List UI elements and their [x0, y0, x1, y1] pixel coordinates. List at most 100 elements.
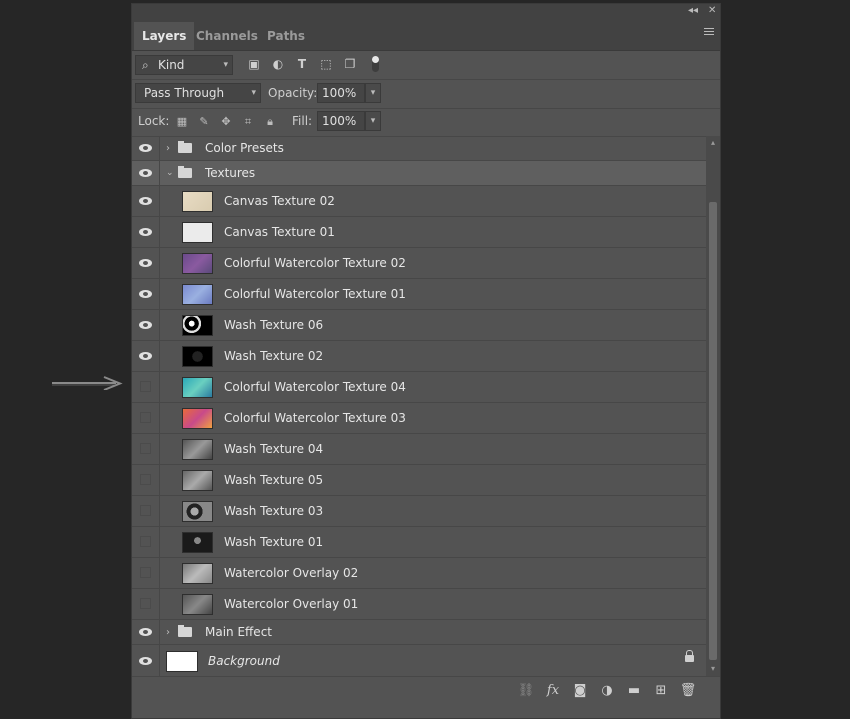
- eye-icon: [139, 169, 152, 177]
- layer-item[interactable]: Wash Texture 04: [132, 434, 706, 465]
- filter-toggle[interactable]: [372, 56, 379, 72]
- new-group-icon[interactable]: ▬: [625, 681, 643, 701]
- visibility-toggle[interactable]: [132, 136, 160, 160]
- scrollbar-thumb[interactable]: [709, 202, 717, 660]
- layer-item[interactable]: Colorful Watercolor Texture 01: [132, 279, 706, 310]
- visibility-toggle[interactable]: [132, 496, 160, 526]
- visibility-toggle[interactable]: [132, 186, 160, 216]
- new-layer-icon[interactable]: ⊞: [652, 681, 670, 701]
- search-icon: ⌕: [142, 58, 149, 72]
- opacity-input[interactable]: 100%: [317, 83, 365, 103]
- group-textures[interactable]: ⌄ Textures: [132, 161, 706, 186]
- visibility-toggle[interactable]: [132, 372, 160, 402]
- smart-object-filter-icon[interactable]: ❐: [342, 55, 358, 73]
- layer-item[interactable]: Colorful Watercolor Texture 03: [132, 403, 706, 434]
- filter-row: ⌕ Kind ▾ ▣ ◐ T ⬚ ❐: [132, 51, 720, 80]
- link-layers-icon[interactable]: ⛓︎: [517, 681, 535, 701]
- visibility-toggle[interactable]: [132, 645, 160, 676]
- chevron-right-icon[interactable]: ›: [166, 620, 170, 645]
- adjustment-filter-icon[interactable]: ◐: [270, 55, 286, 73]
- lock-all-icon[interactable]: 🔒︎: [263, 112, 277, 132]
- pixel-filter-icon[interactable]: ▣: [246, 55, 262, 73]
- opacity-dropdown-button[interactable]: ▾: [365, 83, 381, 103]
- layer-thumbnail: [182, 253, 213, 274]
- layer-thumbnail: [182, 346, 213, 367]
- visibility-toggle[interactable]: [132, 434, 160, 464]
- eye-icon: [139, 197, 152, 205]
- shape-filter-icon[interactable]: ⬚: [318, 55, 334, 73]
- layer-item[interactable]: Watercolor Overlay 02: [132, 558, 706, 589]
- blend-mode-select[interactable]: Pass Through ▾: [135, 83, 261, 103]
- layer-item[interactable]: Canvas Texture 01: [132, 217, 706, 248]
- visibility-toggle[interactable]: [132, 589, 160, 619]
- delete-layer-icon[interactable]: 🗑︎: [679, 681, 697, 701]
- layer-name: Wash Texture 06: [224, 318, 324, 332]
- layer-item[interactable]: Wash Texture 03: [132, 496, 706, 527]
- visibility-toggle[interactable]: [132, 279, 160, 309]
- eye-icon: [139, 321, 152, 329]
- visibility-toggle[interactable]: [132, 217, 160, 247]
- fx-icon[interactable]: fx: [544, 681, 562, 701]
- layers-panel: ◂◂ ✕ Layers Channels Paths ⌕ Kind ▾ ▣ ◐ …: [131, 3, 721, 719]
- layer-item[interactable]: Colorful Watercolor Texture 04: [132, 372, 706, 403]
- chevron-down-icon[interactable]: ⌄: [166, 161, 174, 186]
- layer-name: Colorful Watercolor Texture 04: [224, 380, 406, 394]
- visibility-toggle[interactable]: [132, 310, 160, 340]
- blend-row: Pass Through ▾ Opacity: 100% ▾: [132, 80, 720, 109]
- type-filter-icon[interactable]: T: [294, 55, 310, 73]
- layer-item[interactable]: Colorful Watercolor Texture 02: [132, 248, 706, 279]
- scroll-up-icon[interactable]: ▴: [706, 136, 720, 150]
- add-mask-icon[interactable]: ◙: [571, 681, 589, 701]
- eye-icon: [139, 259, 152, 267]
- group-name: Main Effect: [205, 625, 272, 639]
- group-main-effect[interactable]: › Main Effect: [132, 620, 706, 645]
- group-color-presets[interactable]: › Color Presets: [132, 136, 706, 161]
- tab-layers[interactable]: Layers: [134, 22, 195, 50]
- layer-item[interactable]: Canvas Texture 02: [132, 186, 706, 217]
- lock-position-icon[interactable]: ✥: [219, 112, 233, 132]
- tab-channels[interactable]: Channels: [188, 22, 266, 50]
- visibility-toggle[interactable]: [132, 161, 160, 185]
- layer-item[interactable]: Watercolor Overlay 01: [132, 589, 706, 620]
- tab-paths[interactable]: Paths: [259, 22, 313, 50]
- layer-item[interactable]: Wash Texture 05: [132, 465, 706, 496]
- layer-name: Canvas Texture 01: [224, 225, 335, 239]
- layer-background[interactable]: Background: [132, 645, 706, 677]
- close-icon[interactable]: ✕: [708, 4, 716, 18]
- visibility-toggle[interactable]: [132, 248, 160, 278]
- eye-icon: [139, 228, 152, 236]
- layer-name: Background: [208, 654, 280, 668]
- layer-name: Wash Texture 01: [224, 535, 324, 549]
- visibility-toggle[interactable]: [132, 527, 160, 557]
- adjustment-layer-icon[interactable]: ◑: [598, 681, 616, 701]
- filter-kind-select[interactable]: ⌕ Kind ▾: [135, 55, 233, 75]
- fill-dropdown-button[interactable]: ▾: [365, 111, 381, 131]
- panel-menu-icon[interactable]: [704, 26, 714, 37]
- visibility-toggle[interactable]: [132, 558, 160, 588]
- lock-artboard-icon[interactable]: ⌗: [241, 112, 255, 132]
- layer-thumbnail: [182, 439, 213, 460]
- scroll-down-icon[interactable]: ▾: [706, 662, 720, 676]
- layers-scrollbar[interactable]: ▴ ▾: [706, 136, 720, 676]
- collapse-icon[interactable]: ◂◂: [688, 4, 698, 18]
- annotation-arrow: [52, 376, 123, 390]
- visibility-toggle[interactable]: [132, 403, 160, 433]
- visibility-toggle[interactable]: [132, 465, 160, 495]
- lock-paint-icon[interactable]: ✎: [197, 112, 211, 132]
- visibility-toggle[interactable]: [132, 341, 160, 371]
- layer-item[interactable]: Wash Texture 02: [132, 341, 706, 372]
- eye-icon: [139, 290, 152, 298]
- layer-name: Canvas Texture 02: [224, 194, 335, 208]
- fill-input[interactable]: 100%: [317, 111, 365, 131]
- layer-item[interactable]: Wash Texture 06: [132, 310, 706, 341]
- hidden-eye-icon: [140, 443, 151, 454]
- visibility-toggle[interactable]: [132, 620, 160, 644]
- lock-transparency-icon[interactable]: ▦: [175, 112, 189, 132]
- layer-item[interactable]: Wash Texture 01: [132, 527, 706, 558]
- panel-tabs: Layers Channels Paths: [132, 18, 720, 51]
- layer-name: Colorful Watercolor Texture 02: [224, 256, 406, 270]
- chevron-right-icon[interactable]: ›: [166, 136, 170, 161]
